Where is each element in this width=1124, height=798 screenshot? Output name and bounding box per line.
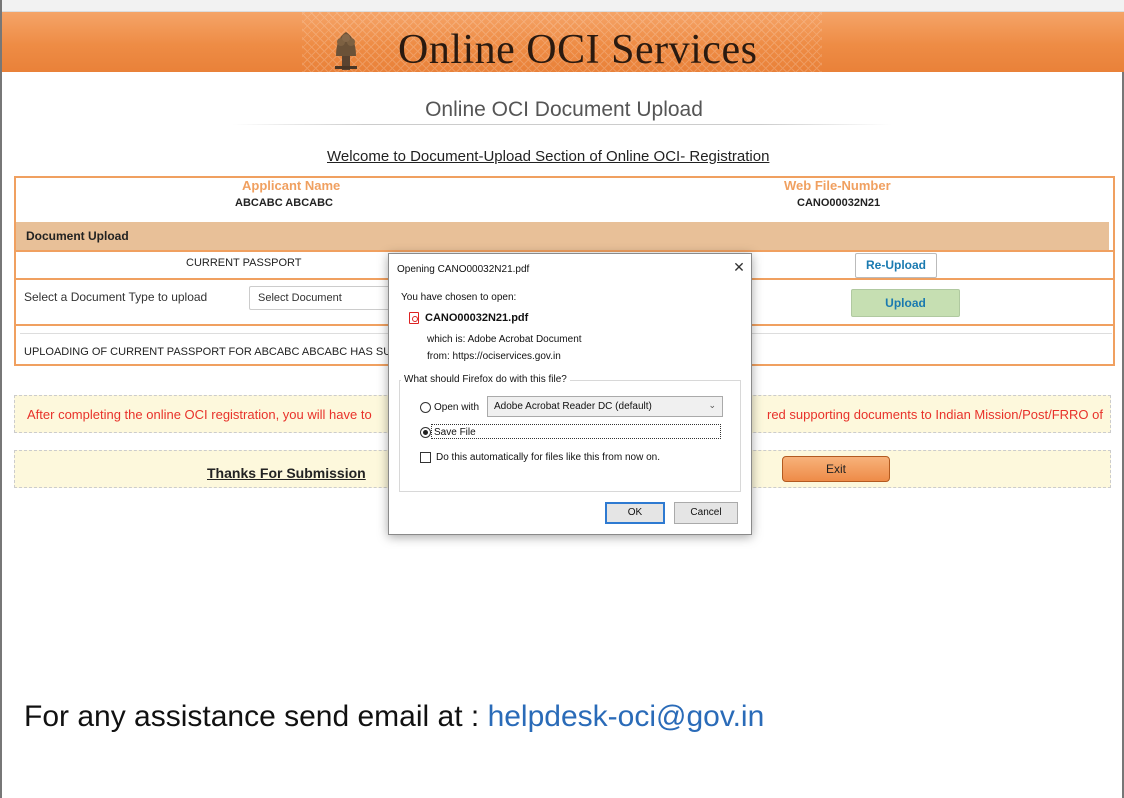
banner-title: Online OCI Services: [398, 27, 758, 73]
auto-action-checkbox[interactable]: [420, 452, 431, 463]
page: Online OCI Services Online OCI Document …: [0, 0, 1124, 798]
assistance-label: For any assistance send email at :: [24, 700, 488, 733]
exit-button[interactable]: Exit: [782, 456, 890, 482]
applicant-name-value: ABCABC ABCABC: [235, 197, 333, 209]
file-open-dialog: Opening CANO00032N21.pdf ✕ You have chos…: [388, 253, 752, 535]
document-upload-header: Document Upload: [16, 222, 1109, 250]
notice-text-right: red supporting documents to Indian Missi…: [767, 407, 1103, 422]
web-file-number-label: Web File-Number: [784, 178, 891, 193]
chevron-down-icon: ⌄: [708, 400, 716, 410]
cancel-button[interactable]: Cancel: [674, 502, 738, 524]
open-with-radio[interactable]: [420, 402, 431, 413]
dialog-file-type: which is: Adobe Acrobat Document: [427, 334, 582, 345]
action-question: What should Firefox do with this file?: [401, 374, 570, 385]
national-emblem-icon: [335, 32, 357, 70]
row-divider: [14, 250, 1115, 252]
auto-action-label[interactable]: Do this automatically for files like thi…: [436, 452, 660, 463]
pdf-file-icon: [409, 312, 419, 324]
open-with-app-value: Adobe Acrobat Reader DC (default): [494, 401, 652, 412]
upload-success-message: UPLOADING OF CURRENT PASSPORT FOR ABCABC…: [24, 346, 436, 358]
save-file-radio[interactable]: [420, 427, 431, 438]
current-document-label: CURRENT PASSPORT: [186, 257, 302, 269]
open-with-label[interactable]: Open with: [434, 402, 479, 413]
dialog-title: Opening CANO00032N21.pdf: [397, 264, 530, 275]
dialog-file-name: CANO00032N21.pdf: [425, 312, 529, 324]
header-banner: Online OCI Services: [2, 12, 1124, 73]
re-upload-button[interactable]: Re-Upload: [855, 253, 937, 278]
heading-divider: [232, 124, 892, 125]
assistance-text: For any assistance send email at : helpd…: [24, 700, 764, 734]
document-type-select[interactable]: Select Document: [249, 286, 399, 310]
web-file-number-value: CANO00032N21: [797, 197, 881, 209]
welcome-text: Welcome to Document-Upload Section of On…: [327, 148, 770, 165]
dialog-file-source: from: https://ociservices.gov.in: [427, 351, 561, 362]
open-with-app-select[interactable]: Adobe Acrobat Reader DC (default) ⌄: [487, 396, 723, 417]
browser-top-strip: [2, 0, 1124, 12]
notice-text-left: After completing the online OCI registra…: [27, 407, 372, 422]
page-heading: Online OCI Document Upload: [425, 98, 703, 121]
save-file-label[interactable]: Save File: [434, 427, 476, 438]
upload-button[interactable]: Upload: [851, 289, 960, 317]
thanks-message: Thanks For Submission: [207, 465, 366, 481]
ok-button[interactable]: OK: [605, 502, 665, 524]
document-type-label: Select a Document Type to upload: [24, 290, 208, 304]
document-upload-title: Document Upload: [26, 229, 129, 243]
applicant-name-label: Applicant Name: [242, 178, 341, 193]
close-icon[interactable]: ✕: [731, 259, 747, 275]
dialog-chosen-text: You have chosen to open:: [401, 292, 517, 303]
helpdesk-email-link[interactable]: helpdesk-oci@gov.in: [488, 700, 765, 733]
